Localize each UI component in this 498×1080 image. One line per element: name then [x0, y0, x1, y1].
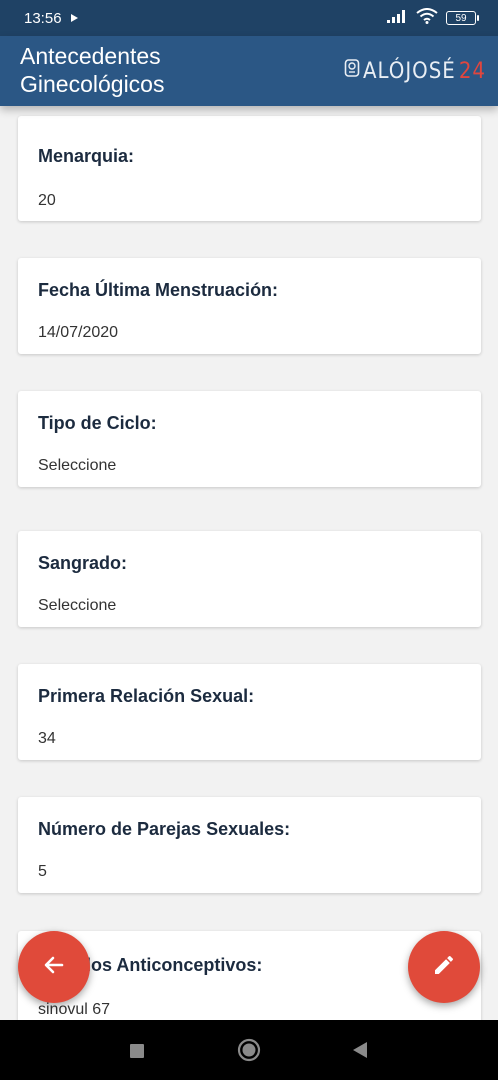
field-card-tipo-de-ciclo[interactable]: Tipo de Ciclo: Seleccione [18, 391, 481, 487]
status-right: 59 [386, 8, 479, 28]
media-play-icon [70, 10, 79, 27]
field-label: Tipo de Ciclo: [38, 413, 157, 433]
field-label: Fecha Última Menstruación: [38, 280, 279, 300]
page-title: Antecedentes Ginecológicos [20, 42, 280, 98]
field-value: Seleccione [38, 597, 117, 614]
screen: 13:56 59 Antecedentes Ginecológicos ALÓJ… [0, 0, 498, 1080]
app-bar: Antecedentes Ginecológicos ALÓJOSÉ 24 [0, 36, 498, 106]
field-card-fecha-ultima-menstruacion[interactable]: Fecha Última Menstruación: 14/07/2020 [18, 258, 481, 354]
logo-mark-icon [344, 58, 360, 84]
back-button[interactable] [18, 931, 90, 1003]
page-title-line1: Antecedentes [20, 43, 161, 69]
pencil-icon [432, 953, 456, 982]
field-card-menarquia[interactable]: Menarquia: 20 [18, 116, 481, 221]
logo-number: 24 [458, 58, 486, 84]
field-value: Seleccione [38, 457, 117, 474]
field-value: 5 [38, 863, 47, 880]
back-nav-icon[interactable] [352, 1041, 368, 1064]
field-label: Menarquia: [38, 146, 135, 166]
status-time: 13:56 [24, 9, 62, 27]
battery-icon: 59 [446, 11, 479, 25]
field-card-primera-relacion-sexual[interactable]: Primera Relación Sexual: 34 [18, 664, 481, 760]
status-left: 13:56 [24, 10, 79, 27]
logo-text: ALÓJOSÉ [362, 58, 456, 84]
status-bar: 13:56 59 [0, 0, 498, 36]
field-label: Sangrado: [38, 553, 128, 573]
system-nav-bar [0, 1020, 498, 1080]
field-card-numero-parejas-sexuales[interactable]: Número de Parejas Sexuales: 5 [18, 797, 481, 893]
field-value: 34 [38, 730, 56, 747]
page-title-line2: Ginecológicos [20, 71, 165, 97]
field-label: Primera Relación Sexual: [38, 686, 255, 706]
field-value: sinovul 67 [38, 1001, 111, 1018]
app-logo: ALÓJOSÉ 24 [344, 58, 486, 84]
field-value: 14/07/2020 [38, 324, 119, 341]
field-card-sangrado[interactable]: Sangrado: Seleccione [18, 531, 481, 627]
form-content[interactable]: Menarquia: 20 Fecha Última Menstruación:… [0, 106, 498, 1020]
signal-icon [386, 9, 408, 27]
edit-button[interactable] [408, 931, 480, 1003]
recent-apps-icon[interactable] [129, 1043, 145, 1064]
home-icon[interactable] [237, 1038, 261, 1067]
wifi-icon [416, 8, 438, 28]
field-label: Número de Parejas Sexuales: [38, 819, 291, 839]
field-value: 20 [38, 192, 56, 209]
arrow-left-icon [42, 953, 66, 982]
